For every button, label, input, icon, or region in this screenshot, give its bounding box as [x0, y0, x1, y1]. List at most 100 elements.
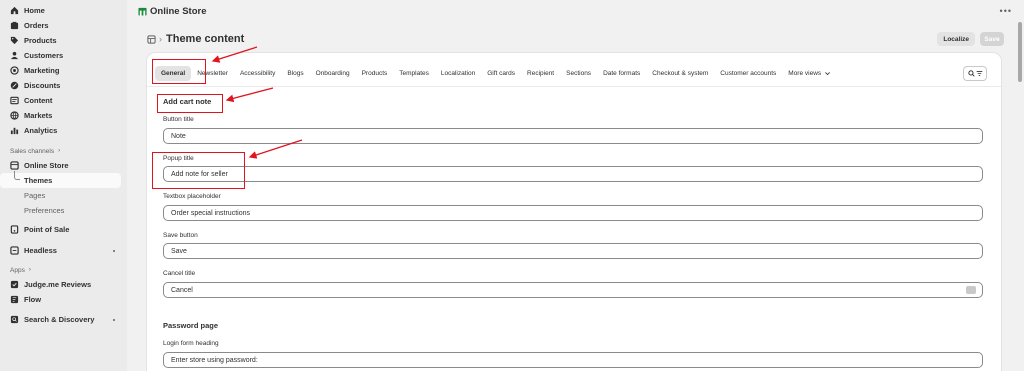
tab-products[interactable]: Products: [356, 66, 394, 81]
annotation-box-general-tab: [152, 59, 206, 84]
sidebar: Home Orders Products Customers Marketing…: [0, 0, 127, 371]
login-form-heading-label: Login form heading: [163, 340, 219, 347]
headless-icon: [10, 246, 19, 255]
tab-templates[interactable]: Templates: [393, 66, 435, 81]
sidebar-item-label: Headless: [24, 246, 57, 255]
sidebar-item-content[interactable]: Content: [0, 93, 127, 108]
orders-icon: [10, 21, 19, 30]
store-title: Online Store: [150, 5, 207, 17]
top-bar: Online Store •••: [127, 0, 1024, 22]
tab-bar: General Newsletter Accessibility Blogs O…: [155, 66, 993, 81]
globe-icon: [10, 111, 19, 120]
sidebar-item-analytics[interactable]: Analytics: [0, 123, 127, 138]
tab-date-formats[interactable]: Date formats: [597, 66, 646, 81]
tab-sections[interactable]: Sections: [560, 66, 597, 81]
tab-divider: [147, 86, 1001, 87]
sidebar-item-headless[interactable]: Headless: [0, 243, 127, 258]
more-views-label: More views: [788, 70, 822, 77]
tab-localization[interactable]: Localization: [435, 66, 481, 81]
tag-icon: [10, 36, 19, 45]
storefront-icon: [10, 161, 19, 170]
sidebar-item-label: Flow: [24, 295, 42, 304]
chevron-right-icon: ›: [58, 148, 61, 154]
tab-recipient[interactable]: Recipient: [521, 66, 560, 81]
keyboard-icon[interactable]: [966, 286, 976, 294]
search-filter-button[interactable]: [963, 66, 987, 81]
sidebar-item-label: Customers: [24, 51, 64, 60]
sidebar-item-label: Judge.me Reviews: [24, 280, 92, 289]
sidebar-item-customers[interactable]: Customers: [0, 48, 127, 63]
filter-icon: [976, 70, 982, 77]
save-button-input[interactable]: Save: [163, 243, 983, 259]
cancel-title-value: Cancel: [171, 286, 193, 294]
annotation-box-popup-title: [152, 152, 245, 189]
sidebar-item-label: Point of Sale: [24, 225, 70, 234]
more-actions-icon[interactable]: •••: [1000, 6, 1012, 16]
tab-accessibility[interactable]: Accessibility: [234, 66, 281, 81]
textbox-placeholder-input[interactable]: Order special instructions: [163, 205, 983, 221]
sidebar-item-markets[interactable]: Markets: [0, 108, 127, 123]
chart-icon: [10, 126, 19, 135]
tab-more-views[interactable]: More views: [782, 66, 837, 81]
target-icon: [10, 66, 19, 75]
sidebar-item-label: Analytics: [24, 126, 58, 135]
apps-heading[interactable]: Apps ›: [0, 263, 127, 277]
sidebar-item-label: Online Store: [24, 161, 69, 170]
sidebar-item-products[interactable]: Products: [0, 33, 127, 48]
page-header: › Theme content Localize Save: [147, 29, 1004, 49]
scrollbar[interactable]: [1016, 0, 1024, 371]
sidebar-item-flow[interactable]: Flow: [0, 292, 127, 307]
sidebar-item-label: Content: [24, 96, 53, 105]
chevron-down-icon: [825, 72, 831, 76]
sidebar-item-themes[interactable]: Themes: [0, 171, 121, 188]
localize-button[interactable]: Localize: [937, 32, 975, 46]
sidebar-item-search-discovery[interactable]: Search & Discovery: [0, 312, 127, 327]
sidebar-item-label: Preferences: [24, 206, 65, 215]
tab-onboarding[interactable]: Onboarding: [310, 66, 356, 81]
button-title-label: Button title: [163, 116, 194, 123]
sidebar-item-label: Home: [24, 6, 45, 15]
popup-title-input[interactable]: Add note for seller: [163, 166, 983, 182]
annotation-box-cart-note: [157, 94, 223, 113]
cancel-title-label: Cancel title: [163, 270, 196, 277]
sidebar-item-preferences[interactable]: Preferences: [0, 203, 127, 218]
sidebar-item-label: Pages: [24, 191, 46, 200]
sidebar-item-home[interactable]: Home: [0, 3, 127, 18]
button-title-input[interactable]: Note: [163, 128, 983, 144]
section-title-password-page: Password page: [163, 321, 219, 330]
layout-icon[interactable]: [147, 34, 156, 44]
sidebar-item-marketing[interactable]: Marketing: [0, 63, 127, 78]
search-discovery-icon: [10, 315, 19, 324]
search-icon: [967, 70, 975, 77]
login-form-heading-input[interactable]: Enter store using password:: [163, 352, 983, 368]
tab-checkout-system[interactable]: Checkout & system: [646, 66, 714, 81]
sales-channels-label: Sales channels: [10, 147, 55, 155]
textbox-placeholder-label: Textbox placeholder: [163, 193, 221, 200]
sidebar-item-orders[interactable]: Orders: [0, 18, 127, 33]
flow-icon: [10, 295, 19, 304]
sidebar-item-label: Search & Discovery: [24, 315, 95, 324]
sidebar-item-pages[interactable]: Pages: [0, 188, 127, 203]
tab-gift-cards[interactable]: Gift cards: [481, 66, 521, 81]
discount-icon: [10, 81, 19, 90]
apps-label: Apps: [10, 266, 25, 274]
chevron-right-icon: ›: [28, 267, 31, 273]
sidebar-item-point-of-sale[interactable]: Point of Sale: [0, 222, 127, 237]
tab-blogs[interactable]: Blogs: [281, 66, 309, 81]
tab-customer-accounts[interactable]: Customer accounts: [714, 66, 782, 81]
scrollbar-thumb[interactable]: [1018, 22, 1022, 82]
sidebar-item-label: Discounts: [24, 81, 61, 90]
person-icon: [10, 51, 19, 60]
sidebar-item-discounts[interactable]: Discounts: [0, 78, 127, 93]
breadcrumb-separator: ›: [159, 34, 162, 44]
save-button[interactable]: Save: [980, 32, 1004, 46]
save-button-label: Save button: [163, 232, 198, 239]
sales-channels-heading[interactable]: Sales channels ›: [0, 144, 127, 158]
home-icon: [10, 6, 19, 15]
theme-content-card: General Newsletter Accessibility Blogs O…: [147, 53, 1001, 371]
cancel-title-input[interactable]: Cancel: [163, 282, 983, 298]
pos-icon: [10, 225, 19, 234]
sidebar-item-label: Marketing: [24, 66, 60, 75]
sidebar-item-label: Products: [24, 36, 57, 45]
sidebar-item-judge-me[interactable]: Judge.me Reviews: [0, 277, 127, 292]
